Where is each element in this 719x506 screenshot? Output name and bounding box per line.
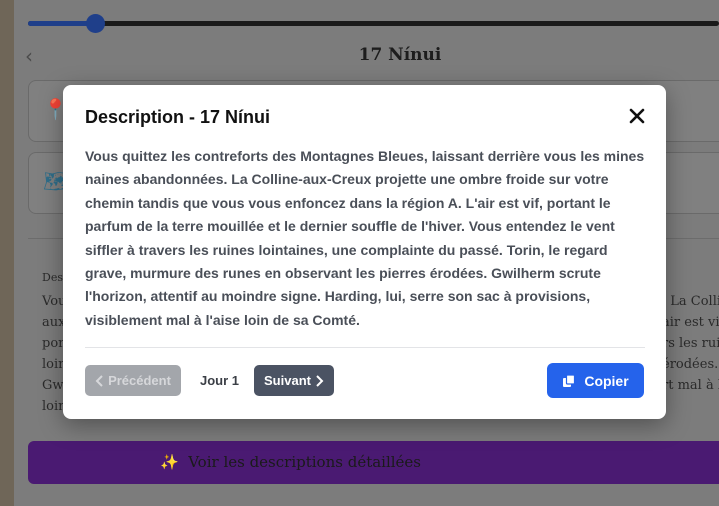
description-modal: Description - 17 Nínui Vous quittez les …	[63, 85, 666, 419]
day-slider-thumb[interactable]	[86, 14, 105, 33]
bg-text-line: érodées.	[662, 357, 719, 372]
copy-label: Copier	[584, 372, 629, 389]
close-icon[interactable]	[628, 107, 646, 125]
previous-label: Précédent	[108, 373, 171, 388]
description-text: Vous quittez les contreforts des Montagn…	[85, 148, 645, 328]
modal-title: Description - 17 Nínui	[85, 107, 271, 127]
day-slider-track[interactable]	[28, 21, 719, 26]
copy-icon	[563, 373, 576, 387]
bg-text-line: rs les rui	[662, 336, 719, 351]
sparkles-icon: ✨	[159, 453, 179, 471]
map-edge	[0, 0, 14, 506]
bg-text-line: . La Colli	[662, 294, 719, 309]
details-button-label: Voir les descriptions détaillées	[188, 453, 422, 471]
page-title: 17 Nínui	[358, 45, 442, 65]
section-label: Des	[42, 271, 63, 284]
bg-text-line: rt mal à l	[662, 378, 719, 393]
previous-button[interactable]: Précédent	[85, 365, 181, 396]
next-label: Suivant	[264, 373, 311, 388]
bg-text-line: air est vi	[662, 315, 719, 330]
divider	[85, 347, 645, 348]
chevron-left-icon	[95, 374, 103, 387]
bg-text-line: aux	[42, 315, 66, 330]
next-button[interactable]: Suivant	[254, 365, 334, 396]
day-indicator: Jour 1	[200, 373, 240, 388]
detailed-descriptions-button[interactable]: ✨ Voir les descriptions détaillées	[28, 441, 719, 484]
copy-button[interactable]: Copier	[547, 363, 644, 398]
bg-text-line: por	[42, 336, 65, 351]
chevron-right-icon	[316, 374, 324, 387]
